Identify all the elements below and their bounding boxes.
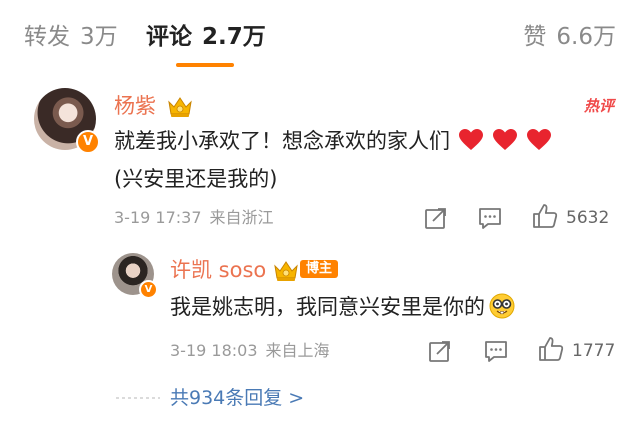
nerd-face-icon <box>489 293 515 319</box>
verified-v-icon: V <box>76 130 100 154</box>
reply-avatar[interactable]: V <box>112 253 158 299</box>
comment-location: 来自浙江 <box>209 208 274 227</box>
share-icon[interactable] <box>424 206 448 230</box>
tab-likes[interactable]: 赞 6.6万 <box>523 20 616 54</box>
tab-repost[interactable]: 转发 3万 <box>24 20 118 54</box>
reply-date: 3-19 18:03 <box>170 341 258 360</box>
divider-dashes <box>116 397 160 399</box>
tab-comments-count: 2.7万 <box>202 24 266 50</box>
like-icon[interactable] <box>532 203 558 229</box>
comment-meta: 3-19 17:37 来自浙江 <box>114 207 274 229</box>
like-icon[interactable] <box>538 336 564 362</box>
comment-username[interactable]: 杨紫 <box>114 92 156 120</box>
comment-tabs: 转发 3万 评论 2.7万 赞 6.6万 <box>0 0 640 74</box>
comment-date: 3-19 17:37 <box>114 208 202 227</box>
comment-icon[interactable] <box>484 339 508 363</box>
crown-icon <box>168 97 192 117</box>
share-icon[interactable] <box>428 339 452 363</box>
like-count: 5632 <box>566 208 610 228</box>
verified-v-icon: V <box>139 280 158 299</box>
reply-username[interactable]: 许凯 soso <box>170 256 266 284</box>
reply-text: 我是姚志明，我同意兴安里是你的 <box>170 290 610 324</box>
reply-meta: 3-19 18:03 来自上海 <box>170 340 330 362</box>
tab-comments-label: 评论 <box>146 24 192 50</box>
hot-comment-label: 热评 <box>583 97 614 115</box>
host-badge: 博主 <box>300 260 339 278</box>
comment-text: 就差我小承欢了！想念承欢的家人们 (兴安里还是我的) <box>114 124 624 196</box>
heart-icon <box>493 129 517 150</box>
tab-comments[interactable]: 评论 2.7万 <box>146 20 266 54</box>
tab-repost-count: 3万 <box>80 24 118 50</box>
active-tab-indicator <box>176 63 234 67</box>
tab-likes-label: 赞 <box>523 24 547 50</box>
view-all-replies-link[interactable]: 共934条回复 > <box>170 385 304 411</box>
reply-location: 来自上海 <box>265 341 330 360</box>
comment-text-line1: 就差我小承欢了！想念承欢的家人们 <box>114 129 450 153</box>
avatar[interactable]: V <box>34 88 100 154</box>
tab-repost-label: 转发 <box>24 24 70 50</box>
reply-like-count: 1777 <box>572 341 616 361</box>
heart-icon <box>459 129 483 150</box>
comment-icon[interactable] <box>478 206 502 230</box>
heart-icon <box>527 129 551 150</box>
crown-icon <box>274 261 298 281</box>
reply-text-body: 我是姚志明，我同意兴安里是你的 <box>170 295 485 319</box>
comment-text-line2: (兴安里还是我的) <box>114 167 278 191</box>
tab-likes-count: 6.6万 <box>556 24 616 50</box>
heart-emoji-row <box>450 128 552 162</box>
